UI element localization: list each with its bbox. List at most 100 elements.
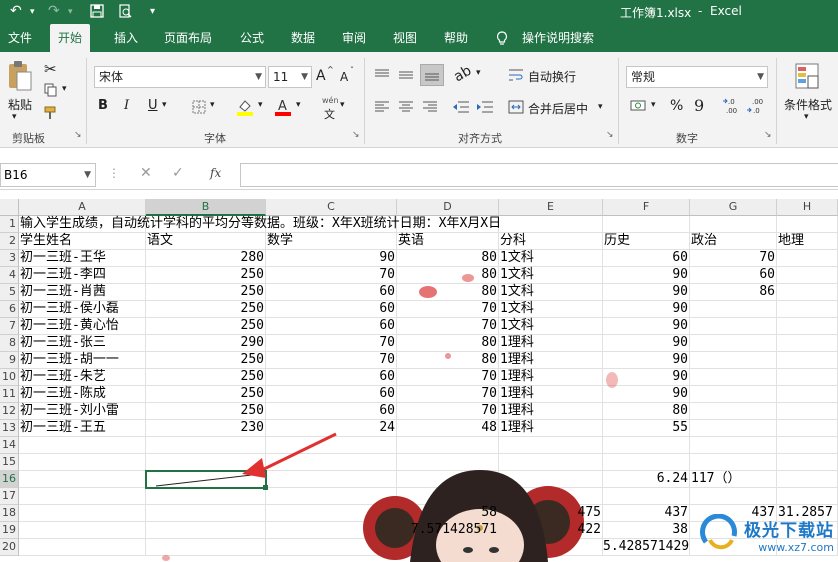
cell-f11[interactable]: 90 (603, 386, 690, 403)
row-header-10[interactable]: 10 (0, 369, 19, 386)
clipboard-launcher-icon[interactable]: ↘ (74, 130, 82, 140)
wrap-text-icon[interactable] (508, 68, 524, 82)
cell-f18[interactable]: 437 (603, 505, 690, 522)
cell-b7[interactable]: 250 (146, 318, 266, 335)
grid-cell[interactable] (603, 488, 690, 505)
row-header-6[interactable]: 6 (0, 301, 19, 318)
cell-d11[interactable]: 70 (397, 386, 499, 403)
cell-b13[interactable]: 230 (146, 420, 266, 437)
tab-data[interactable]: 数据 (283, 24, 323, 52)
cell-e10[interactable]: 1理科 (499, 369, 603, 386)
row-header-20[interactable]: 20 (0, 539, 19, 556)
grid-cell[interactable] (777, 488, 838, 505)
paste-dropdown-icon[interactable]: ▾ (12, 112, 17, 122)
grid-cell[interactable] (690, 454, 777, 471)
tab-help[interactable]: 帮助 (436, 24, 476, 52)
cell-f4[interactable]: 90 (603, 267, 690, 284)
grid-cell[interactable] (777, 352, 838, 369)
phonetic-guide-button[interactable]: 文 (324, 106, 335, 122)
row-header-16[interactable]: 16 (0, 471, 19, 488)
cell-f9[interactable]: 90 (603, 352, 690, 369)
tell-me-search[interactable]: 操作说明搜索 (514, 24, 602, 52)
row-header-4[interactable]: 4 (0, 267, 19, 284)
column-header-f[interactable]: F (603, 199, 690, 216)
cell-e12[interactable]: 1理科 (499, 403, 603, 420)
grid-cell[interactable] (499, 471, 603, 488)
grid-cell[interactable] (146, 454, 266, 471)
cell-a8[interactable]: 初一三班-张三 (19, 335, 146, 352)
accounting-format-icon[interactable] (630, 98, 648, 114)
redo-dropdown-icon[interactable]: ▾ (68, 7, 73, 17)
column-header-c[interactable]: C (266, 199, 397, 216)
bold-button[interactable]: B (98, 98, 108, 113)
accounting-dropdown-icon[interactable]: ▾ (651, 100, 656, 110)
cell-e11[interactable]: 1理科 (499, 386, 603, 403)
grid-cell[interactable] (19, 539, 146, 556)
cell-d18[interactable]: 58 (397, 505, 499, 522)
grid-cell[interactable] (777, 267, 838, 284)
borders-dropdown-icon[interactable]: ▾ (210, 100, 215, 110)
cell-e5[interactable]: 1文科 (499, 284, 603, 301)
undo-icon[interactable]: ↶ (10, 3, 22, 19)
cell-d12[interactable]: 70 (397, 403, 499, 420)
number-format-combo[interactable]: 常规 ▼ (626, 66, 768, 88)
cell-b10[interactable]: 250 (146, 369, 266, 386)
format-painter-icon[interactable] (44, 106, 60, 120)
cell-f20[interactable]: 5.428571429 (603, 539, 690, 556)
grid-cell[interactable] (499, 539, 603, 556)
column-header-d[interactable]: D (397, 199, 499, 216)
grid-cell[interactable] (266, 437, 397, 454)
cut-icon[interactable]: ✂ (44, 60, 57, 78)
grid-cell[interactable] (777, 386, 838, 403)
cell-d9[interactable]: 80 (397, 352, 499, 369)
tab-insert[interactable]: 插入 (106, 24, 146, 52)
row-header-12[interactable]: 12 (0, 403, 19, 420)
conditional-formatting-icon[interactable] (794, 62, 822, 92)
grid-cell[interactable] (397, 488, 499, 505)
tab-page-layout[interactable]: 页面布局 (156, 24, 220, 52)
grid-cell[interactable] (690, 335, 777, 352)
grid-cell[interactable] (499, 216, 603, 233)
grid-cell[interactable] (603, 454, 690, 471)
cell-e4[interactable]: 1文科 (499, 267, 603, 284)
cell-c2[interactable]: 数学 (266, 233, 397, 250)
cell-a12[interactable]: 初一三班-刘小雷 (19, 403, 146, 420)
cell-d2[interactable]: 英语 (397, 233, 499, 250)
row-header-18[interactable]: 18 (0, 505, 19, 522)
font-launcher-icon[interactable]: ↘ (352, 130, 360, 140)
grid-cell[interactable] (777, 437, 838, 454)
cell-e13[interactable]: 1理科 (499, 420, 603, 437)
orientation-icon[interactable]: ab (451, 63, 474, 86)
fill-color-icon[interactable] (236, 98, 254, 116)
grid-cell[interactable] (690, 318, 777, 335)
grid-cell[interactable] (690, 352, 777, 369)
grid-cell[interactable] (777, 284, 838, 301)
increase-indent-icon[interactable] (476, 100, 494, 114)
undo-dropdown-icon[interactable]: ▾ (30, 7, 35, 17)
cell-c4[interactable]: 70 (266, 267, 397, 284)
cell-a13[interactable]: 初一三班-王五 (19, 420, 146, 437)
underline-button[interactable]: U (148, 98, 158, 113)
cell-d10[interactable]: 70 (397, 369, 499, 386)
cell-f5[interactable]: 90 (603, 284, 690, 301)
cell-g4[interactable]: 60 (690, 267, 777, 284)
grid-cell[interactable] (19, 488, 146, 505)
cell-f12[interactable]: 80 (603, 403, 690, 420)
paste-label[interactable]: 粘贴 (8, 96, 32, 113)
grid-cell[interactable] (146, 539, 266, 556)
cell-b6[interactable]: 250 (146, 301, 266, 318)
grid-cell[interactable] (777, 250, 838, 267)
grid-cell[interactable] (777, 471, 838, 488)
comma-style-button[interactable]: 9 (694, 96, 704, 115)
copy-icon[interactable] (44, 83, 58, 97)
percent-style-button[interactable]: % (670, 98, 683, 114)
row-header-2[interactable]: 2 (0, 233, 19, 250)
align-center-icon[interactable] (398, 100, 414, 114)
column-header-g[interactable]: G (690, 199, 777, 216)
cell-h18[interactable]: 31.2857 (777, 505, 838, 522)
tab-formulas[interactable]: 公式 (232, 24, 272, 52)
merge-center-icon[interactable] (508, 100, 524, 114)
italic-button[interactable]: I (124, 98, 129, 113)
save-icon[interactable] (90, 4, 104, 18)
cell-a7[interactable]: 初一三班-黄心怡 (19, 318, 146, 335)
